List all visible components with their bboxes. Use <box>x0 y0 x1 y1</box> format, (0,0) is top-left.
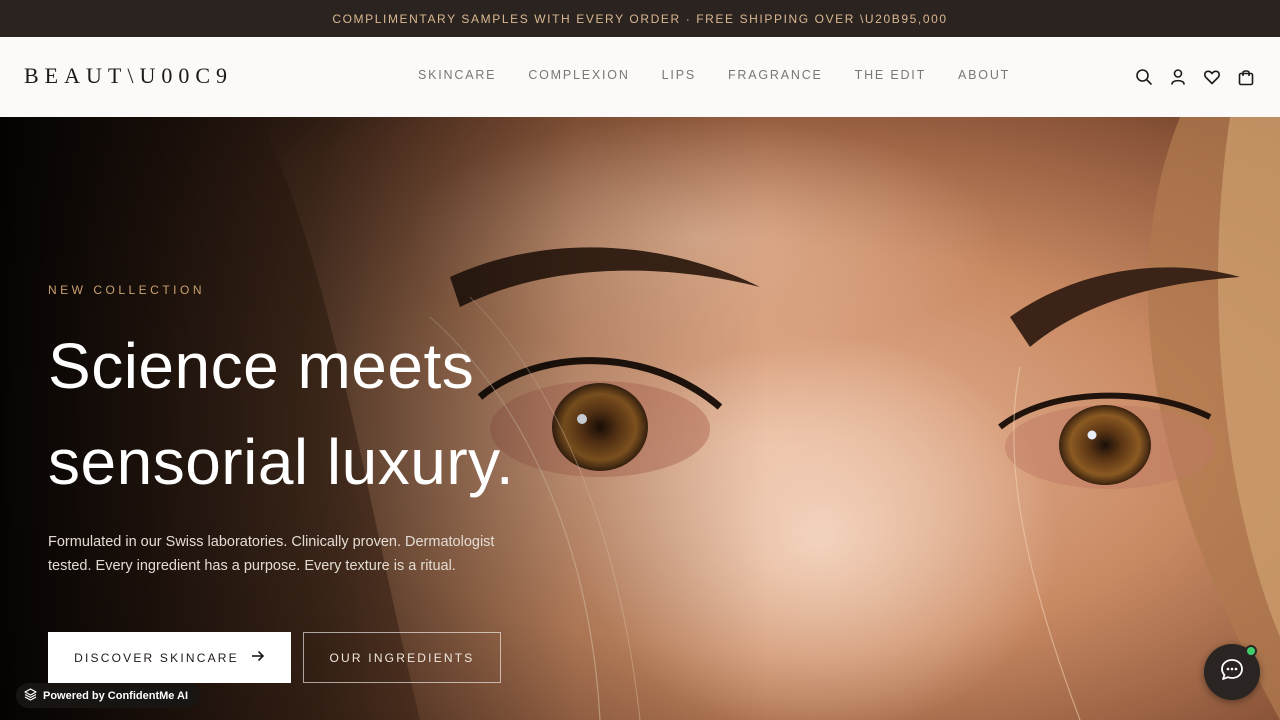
hero-description: Formulated in our Swiss laboratories. Cl… <box>48 534 495 574</box>
headline-line-2: sensorial luxury. <box>48 426 515 498</box>
powered-by-text: Powered by ConfidentMe AI <box>43 689 189 702</box>
nav-the-edit[interactable]: THE EDIT <box>855 68 926 82</box>
nav-skincare[interactable]: SKINCARE <box>418 68 496 82</box>
announcement-text: COMPLIMENTARY SAMPLES WITH EVERY ORDER ·… <box>332 11 948 26</box>
discover-skincare-label: DISCOVER SKINCARE <box>74 650 239 665</box>
nav-fragrance[interactable]: FRAGRANCE <box>728 68 823 82</box>
account-icon[interactable] <box>1168 67 1188 87</box>
layers-icon <box>24 687 37 704</box>
nav-about[interactable]: ABOUT <box>958 68 1010 82</box>
nav-complexion[interactable]: COMPLEXION <box>528 68 629 82</box>
header-actions <box>1134 67 1256 87</box>
our-ingredients-button[interactable]: OUR INGREDIENTS <box>303 632 501 683</box>
bag-icon[interactable] <box>1236 67 1256 87</box>
powered-by-badge[interactable]: Powered by ConfidentMe AI <box>16 683 201 708</box>
our-ingredients-label: OUR INGREDIENTS <box>329 650 475 665</box>
brand-logo[interactable]: BEAUT\U00C9 <box>24 63 233 89</box>
site-header: BEAUT\U00C9 SKINCARE COMPLEXION LIPS FRA… <box>0 37 1280 117</box>
arrow-right-icon <box>251 650 265 665</box>
hero-eyebrow: NEW COLLECTION <box>48 283 206 297</box>
announcement-bar: COMPLIMENTARY SAMPLES WITH EVERY ORDER ·… <box>0 0 1280 37</box>
chat-bubble-icon <box>1219 657 1245 688</box>
chat-launcher-button[interactable] <box>1204 644 1260 700</box>
discover-skincare-button[interactable]: DISCOVER SKINCARE <box>48 632 291 683</box>
headline-line-1: Science meets <box>48 330 475 402</box>
online-status-dot <box>1245 645 1257 657</box>
nav-lips[interactable]: LIPS <box>662 68 696 82</box>
main-nav: SKINCARE COMPLEXION LIPS FRAGRANCE THE E… <box>418 68 1042 82</box>
search-icon[interactable] <box>1134 67 1154 87</box>
hero-headline: Science meets sensorial luxury. <box>48 318 608 510</box>
wishlist-icon[interactable] <box>1202 67 1222 87</box>
